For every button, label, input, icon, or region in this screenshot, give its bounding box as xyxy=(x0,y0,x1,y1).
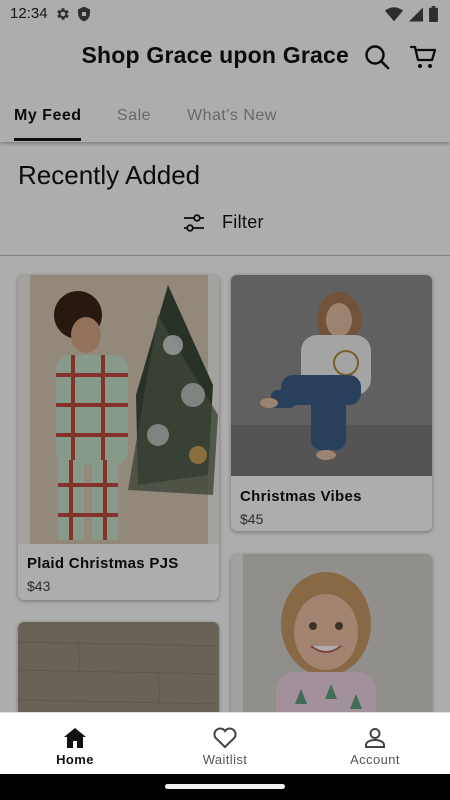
battery-icon xyxy=(429,6,438,22)
section-title: Recently Added xyxy=(18,160,201,190)
product-name: Christmas Vibes xyxy=(240,488,362,505)
home-gesture-pill[interactable] xyxy=(165,784,285,789)
nav-waitlist[interactable]: Waitlist xyxy=(150,713,300,775)
heart-icon xyxy=(213,727,237,749)
app-title: Shop Grace upon Grace xyxy=(81,42,349,68)
nav-account-label: Account xyxy=(350,752,400,767)
status-left-icons xyxy=(55,6,91,22)
status-right-icons xyxy=(385,6,438,22)
product-image xyxy=(18,275,219,544)
status-bar: 12:34 xyxy=(0,0,450,28)
product-card[interactable] xyxy=(231,554,432,712)
product-price: $43 xyxy=(27,578,51,594)
tab-whats-new[interactable]: What's New xyxy=(187,107,277,125)
product-image xyxy=(231,275,432,476)
wifi-icon xyxy=(385,6,403,21)
tab-my-feed[interactable]: My Feed xyxy=(14,107,82,125)
product-card[interactable]: Plaid Christmas PJS $43 xyxy=(18,275,219,600)
product-card[interactable] xyxy=(18,622,219,712)
product-price: $45 xyxy=(240,511,264,527)
feed-tabs: My Feed Sale What's New xyxy=(0,88,450,142)
nav-home[interactable]: Home xyxy=(0,713,150,775)
tab-sale[interactable]: Sale xyxy=(117,107,151,125)
search-icon[interactable] xyxy=(363,43,391,71)
account-icon xyxy=(365,728,385,748)
nav-home-label: Home xyxy=(56,752,94,767)
nav-account[interactable]: Account xyxy=(300,713,450,775)
product-card[interactable]: Christmas Vibes $45 xyxy=(231,275,432,531)
product-image xyxy=(18,622,219,712)
app-bar: Shop Grace upon Grace xyxy=(0,28,450,88)
signal-icon xyxy=(409,7,423,21)
nav-waitlist-label: Waitlist xyxy=(202,752,248,767)
filter-label: Filter xyxy=(222,212,264,232)
cart-icon[interactable] xyxy=(409,43,437,71)
settings-icon xyxy=(57,8,69,20)
home-icon xyxy=(64,728,86,748)
feed-content[interactable]: Recently Added Filter Plaid Christmas PJ… xyxy=(0,142,450,712)
shield-icon xyxy=(78,6,90,22)
tab-indicator xyxy=(14,138,81,141)
product-name: Plaid Christmas PJS xyxy=(27,555,179,572)
product-image xyxy=(231,554,432,712)
filter-sliders-icon xyxy=(184,213,204,232)
divider xyxy=(0,255,450,256)
status-time: 12:34 xyxy=(10,5,48,22)
system-navigation-bar xyxy=(0,774,450,800)
bottom-navigation: Home Waitlist Account xyxy=(0,712,450,774)
filter-button[interactable]: Filter xyxy=(182,212,264,233)
